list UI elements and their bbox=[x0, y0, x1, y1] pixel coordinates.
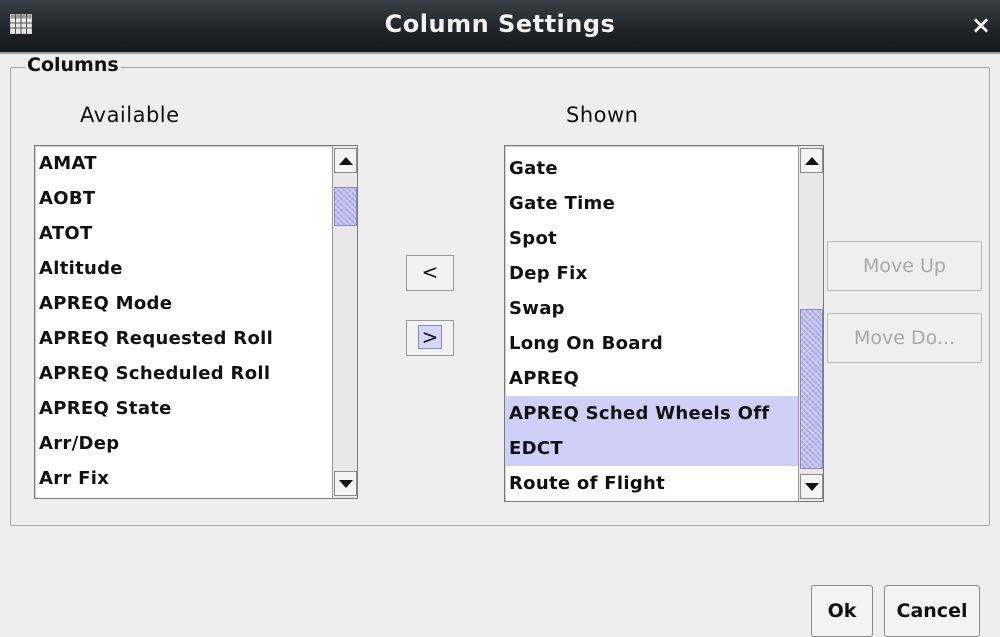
window-title: Column Settings bbox=[384, 10, 616, 38]
list-item[interactable]: APREQ Scheduled Roll bbox=[35, 356, 332, 391]
shown-list[interactable]: Gate Gate Time Spot Dep Fix Swap Long On Boar… bbox=[504, 145, 824, 502]
list-item[interactable]: APREQ Mode bbox=[35, 286, 332, 321]
scroll-thumb[interactable] bbox=[800, 309, 823, 469]
list-item[interactable]: Dep Fix bbox=[505, 256, 798, 291]
arrow-up-icon bbox=[804, 156, 819, 165]
list-item[interactable]: Spot bbox=[505, 221, 798, 256]
scroll-up-button[interactable] bbox=[334, 148, 357, 173]
arrow-down-icon bbox=[338, 479, 353, 488]
list-item[interactable]: AOBT bbox=[35, 181, 332, 216]
arrow-up-icon bbox=[338, 156, 353, 165]
scroll-down-button[interactable] bbox=[800, 474, 823, 499]
add-column-button[interactable]: > bbox=[406, 320, 454, 356]
title-bar[interactable]: Column Settings × bbox=[0, 0, 1000, 54]
shown-items: Gate Gate Time Spot Dep Fix Swap Long On Boar… bbox=[505, 151, 798, 501]
list-item[interactable]: Arr/Dep bbox=[35, 426, 332, 461]
arrow-down-icon bbox=[804, 482, 819, 491]
columns-group-title: Columns bbox=[25, 54, 121, 76]
move-down-button[interactable]: Move Do... bbox=[827, 313, 982, 363]
shown-scrollbar[interactable] bbox=[798, 146, 823, 501]
list-item[interactable]: AMAT bbox=[35, 146, 332, 181]
scroll-up-button[interactable] bbox=[800, 148, 823, 173]
list-item[interactable]: Gate Time bbox=[505, 186, 798, 221]
shown-header: Shown bbox=[566, 103, 639, 127]
list-item[interactable]: ATOT bbox=[35, 216, 332, 251]
list-item[interactable]: APREQ Requested Roll bbox=[35, 321, 332, 356]
list-item[interactable]: Gate bbox=[505, 151, 798, 186]
list-item[interactable]: Long On Board bbox=[505, 326, 798, 361]
move-up-button[interactable]: Move Up bbox=[827, 241, 982, 291]
available-items: AMAT AOBT ATOT Altitude APREQ Mode APREQ Requ… bbox=[35, 146, 332, 496]
available-header: Available bbox=[80, 103, 180, 127]
available-scrollbar[interactable] bbox=[332, 146, 357, 498]
scroll-down-button[interactable] bbox=[334, 471, 357, 496]
list-item[interactable]: EDCT bbox=[505, 431, 798, 466]
available-list[interactable]: AMAT AOBT ATOT Altitude APREQ Mode APREQ Requ… bbox=[34, 145, 358, 499]
list-item[interactable]: APREQ Sched Wheels Off bbox=[505, 396, 798, 431]
list-item[interactable]: Route of Flight bbox=[505, 466, 798, 501]
close-icon[interactable]: × bbox=[968, 11, 994, 39]
remove-column-label: < bbox=[421, 260, 439, 284]
list-item[interactable]: Altitude bbox=[35, 251, 332, 286]
ok-button[interactable]: Ok bbox=[811, 585, 873, 637]
list-item[interactable]: Arr Fix bbox=[35, 461, 332, 496]
list-item[interactable]: Swap bbox=[505, 291, 798, 326]
remove-column-button[interactable]: < bbox=[406, 255, 454, 291]
add-column-label: > bbox=[417, 325, 443, 349]
cancel-button[interactable]: Cancel bbox=[884, 585, 980, 637]
list-item[interactable]: APREQ bbox=[505, 361, 798, 396]
scroll-thumb[interactable] bbox=[334, 187, 357, 226]
list-item[interactable]: APREQ State bbox=[35, 391, 332, 426]
